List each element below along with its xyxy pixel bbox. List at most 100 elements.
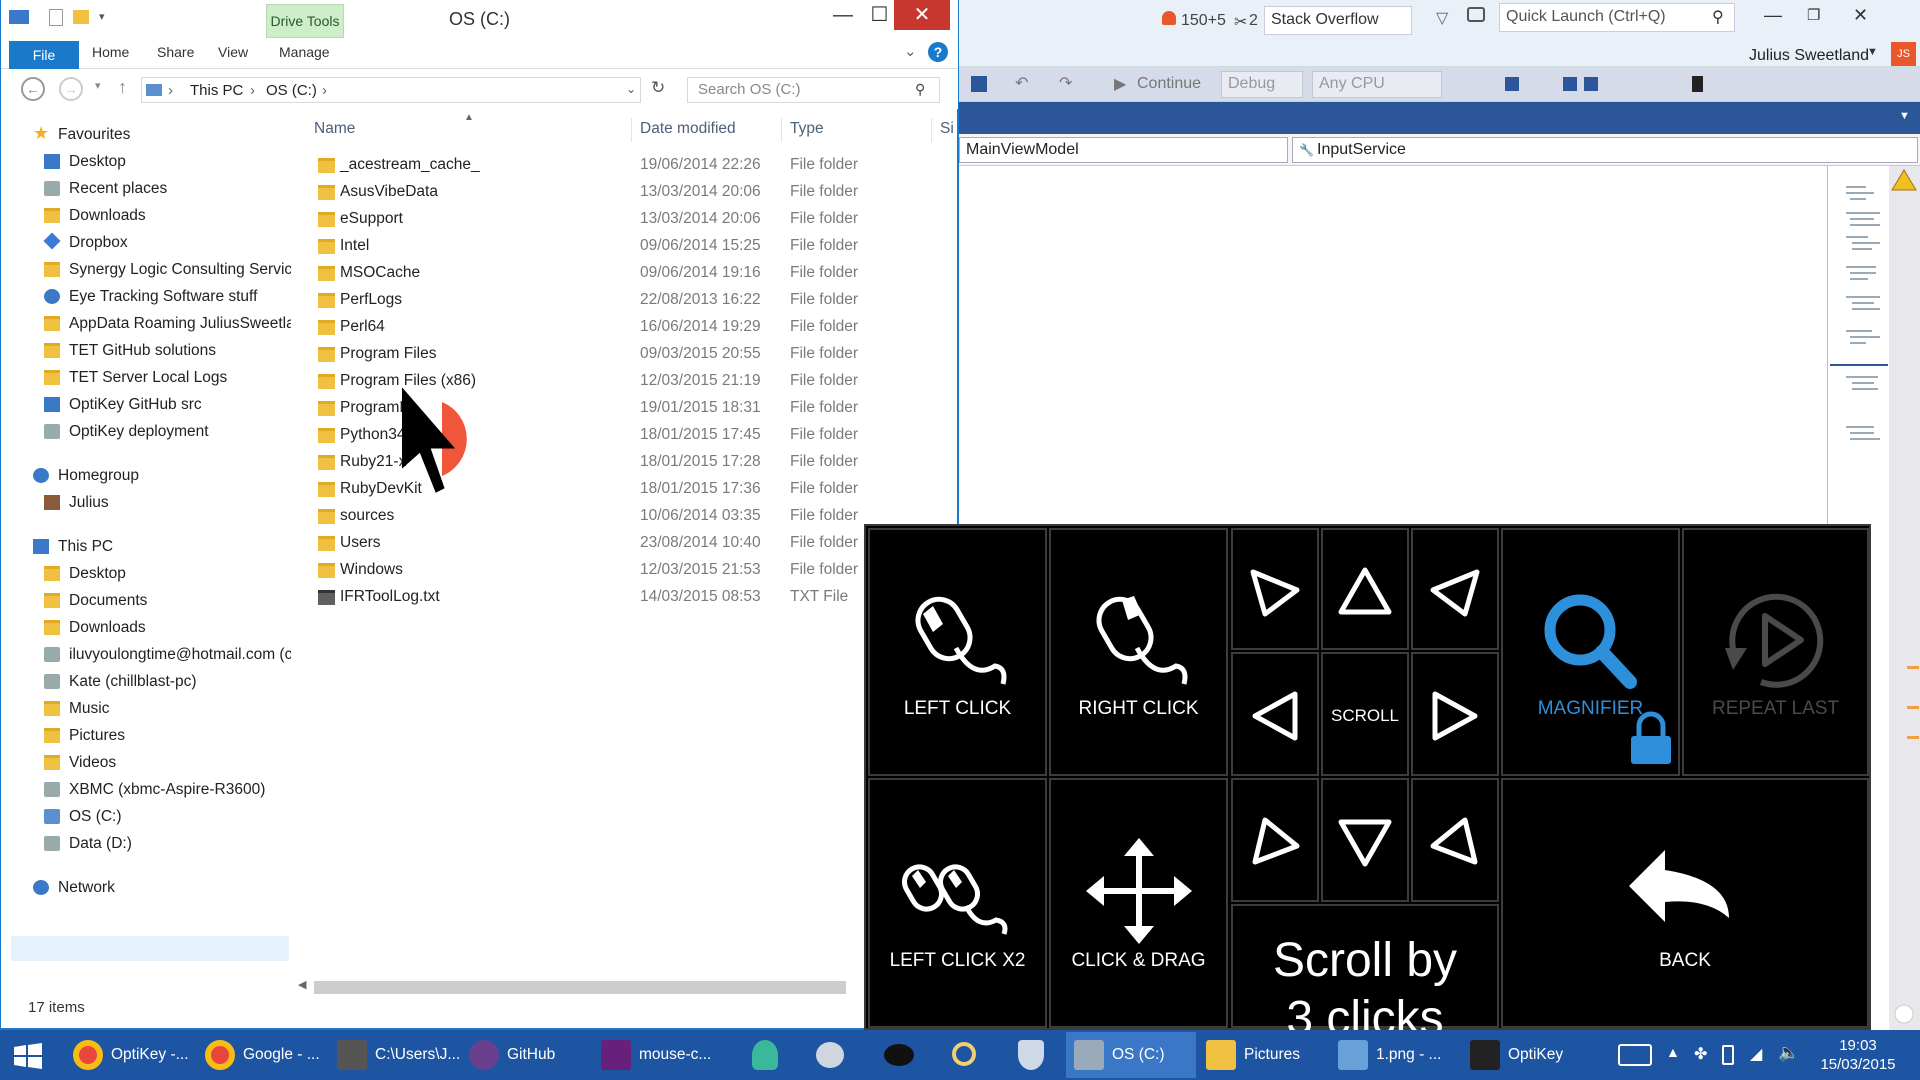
continue-button[interactable]: Continue (1137, 75, 1201, 93)
volume-icon[interactable]: 🔈 (1778, 1043, 1799, 1063)
filter-icon[interactable]: ▽ (1436, 8, 1448, 28)
taskbar-visual-studio[interactable]: mouse-c... (593, 1032, 723, 1078)
system-clock[interactable]: 19:03 15/03/2015 (1808, 1036, 1908, 1074)
nav-item-downloads[interactable]: Downloads (1, 615, 291, 642)
taskbar-photo-viewer[interactable]: 1.png - ... (1330, 1032, 1460, 1078)
app-icon[interactable] (884, 1044, 914, 1066)
tab-list-dropdown-icon[interactable]: ▼ (1899, 110, 1910, 122)
table-row[interactable]: Intel 09/06/2014 15:25 File folder (294, 233, 960, 260)
taskbar-explorer-os-c[interactable]: OS (C:) (1066, 1032, 1196, 1078)
scrollbar-thumb[interactable] (314, 981, 846, 994)
close-button[interactable]: ✕ (894, 0, 950, 30)
tab-file[interactable]: File (9, 41, 79, 69)
search-input[interactable]: Search OS (C:) (687, 77, 940, 103)
scroll-left-key[interactable] (1231, 652, 1319, 776)
table-row[interactable]: Users 23/08/2014 10:40 File folder (294, 530, 960, 557)
up-icon[interactable]: ↑ (118, 77, 127, 98)
quick-launch-input[interactable]: Quick Launch (Ctrl+Q) (1499, 3, 1735, 32)
table-row[interactable]: Windows 12/03/2015 21:53 File folder (294, 557, 960, 584)
left-double-click-key[interactable]: LEFT CLICK X2 (868, 778, 1047, 1028)
help-icon[interactable]: ? (928, 42, 948, 62)
stack-overflow-search[interactable]: Stack Overflow (1264, 6, 1412, 35)
horizontal-scrollbar[interactable]: ◀ (294, 978, 854, 996)
scroll-down-key[interactable] (1321, 778, 1409, 902)
configuration-dropdown[interactable]: Debug (1221, 71, 1303, 98)
vs-minimize-icon[interactable]: — (1764, 5, 1782, 26)
wifi-icon[interactable]: ◢ (1750, 1044, 1762, 1064)
column-header-type[interactable]: Type (790, 120, 824, 138)
vs-user-name[interactable]: Julius Sweetland (1749, 47, 1869, 65)
scroll-down-left-key[interactable] (1231, 778, 1319, 902)
maximize-button[interactable]: ☐ (865, 0, 894, 30)
scroll-up-left-key[interactable] (1231, 528, 1319, 650)
scroll-right-key[interactable] (1411, 652, 1499, 776)
notification-flame-icon[interactable] (1162, 11, 1176, 25)
column-divider[interactable] (781, 118, 782, 142)
windows-start-icon[interactable] (14, 1043, 42, 1069)
nav-item-xbmc[interactable]: XBMC (xbmc-Aspire-R3600) (1, 777, 291, 804)
tool-icon[interactable] (1584, 77, 1598, 91)
nav-this-pc[interactable]: This PC (1, 534, 291, 561)
vs-vertical-scrollbar[interactable] (1889, 166, 1920, 1030)
nav-item-data-d[interactable]: Data (D:) (1, 831, 291, 858)
table-row[interactable]: PerfLogs 22/08/2013 16:22 File folder (294, 287, 960, 314)
table-row[interactable]: Perl64 16/06/2014 19:29 File folder (294, 314, 960, 341)
nav-item-tet-github[interactable]: TET GitHub solutions (1, 338, 291, 365)
nav-item-recent-places[interactable]: Recent places (1, 176, 291, 203)
back-key[interactable]: BACK (1501, 778, 1869, 1028)
undo-icon[interactable]: ↶ (1015, 73, 1028, 93)
nav-item-os-c[interactable]: OS (C:) (1, 804, 291, 831)
nav-homegroup[interactable]: Homegroup (1, 463, 291, 490)
avatar[interactable]: JS (1891, 42, 1916, 67)
table-row[interactable]: _acestream_cache_ 19/06/2014 22:26 File fo… (294, 152, 960, 179)
class-dropdown[interactable]: MainViewModel (959, 137, 1288, 163)
search-icon[interactable]: ⚲ (1712, 7, 1724, 27)
table-row[interactable]: RubyDevKit 18/01/2015 17:36 File folder (294, 476, 960, 503)
right-click-key[interactable]: RIGHT CLICK (1049, 528, 1228, 776)
table-row[interactable]: ProgramD 19/01/2015 18:31 File folder (294, 395, 960, 422)
breadcrumb-separator[interactable]: › (250, 82, 255, 99)
table-row[interactable]: sources 10/06/2014 03:35 File folder (294, 503, 960, 530)
dropbox-tray-icon[interactable]: ✤ (1694, 1044, 1707, 1064)
tab-home[interactable]: Home (92, 44, 129, 60)
show-hidden-icons[interactable]: ▲ (1666, 1044, 1680, 1060)
nav-item-appdata[interactable]: AppData Roaming JuliusSweetland (1, 311, 291, 338)
nav-item-synergy[interactable]: Synergy Logic Consulting Services (1, 257, 291, 284)
tool-icon[interactable] (1505, 77, 1519, 91)
feedback-icon[interactable] (1467, 7, 1485, 22)
nav-item-videos[interactable]: Videos (1, 750, 291, 777)
breadcrumb-os-c[interactable]: OS (C:) (266, 82, 317, 99)
scroll-down-right-key[interactable] (1411, 778, 1499, 902)
taskbar-pictures[interactable]: Pictures (1198, 1032, 1328, 1078)
nav-item-optikey-deployment[interactable]: OptiKey deployment (1, 419, 291, 446)
taskbar-optikey[interactable]: OptiKey (1462, 1032, 1592, 1078)
table-row[interactable]: Ruby21-x 18/01/2015 17:28 File folder (294, 449, 960, 476)
table-row[interactable]: eSupport 13/03/2014 20:06 File folder (294, 206, 960, 233)
column-header-date[interactable]: Date modified (640, 120, 736, 138)
expand-ribbon-icon[interactable]: ⌄ (904, 42, 917, 60)
column-header-name[interactable]: Name (314, 120, 355, 138)
taskbar-google-chrome[interactable]: Google - ... (197, 1032, 327, 1078)
nav-item-julius[interactable]: Julius (1, 490, 291, 517)
breadcrumb-separator[interactable]: › (322, 82, 327, 99)
column-divider[interactable] (631, 118, 632, 142)
scroll-left-icon[interactable]: ◀ (298, 978, 306, 991)
nav-item-eye-tracking[interactable]: Eye Tracking Software stuff (1, 284, 291, 311)
vs-notification-count[interactable]: 150+5 (1181, 12, 1226, 30)
address-dropdown-icon[interactable]: ⌄ (626, 82, 636, 96)
nav-item-optikey-src[interactable]: OptiKey GitHub src (1, 392, 291, 419)
save-all-icon[interactable] (971, 76, 987, 92)
feedback-flag-icon[interactable]: ✂ (1234, 12, 1247, 32)
app-icon[interactable] (752, 1040, 778, 1070)
vs-close-icon[interactable]: ✕ (1853, 5, 1868, 26)
redo-icon[interactable]: ↷ (1059, 73, 1072, 93)
left-click-key[interactable]: LEFT CLICK (868, 528, 1047, 776)
user-dropdown-icon[interactable]: ▼ (1867, 46, 1878, 58)
back-icon[interactable]: ← (21, 77, 45, 101)
platform-dropdown[interactable]: Any CPU (1312, 71, 1442, 98)
magnifier-app-icon[interactable] (952, 1042, 976, 1066)
nav-item-desktop[interactable]: Desktop (1, 149, 291, 176)
address-input[interactable]: › This PC › OS (C:) › ⌄ (141, 77, 641, 103)
taskbar-github[interactable]: GitHub (461, 1032, 591, 1078)
column-header-size[interactable]: Si (940, 120, 954, 138)
